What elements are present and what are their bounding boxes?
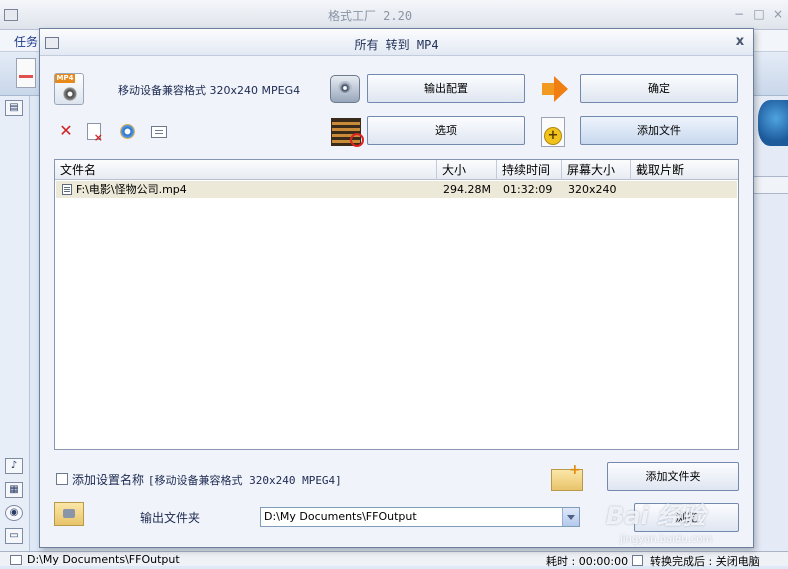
table-row[interactable]: F:\电影\怪物公司.mp4 294.28M 01:32:09 320x240	[56, 181, 737, 198]
file-list-header: 文件名 大小 持续时间 屏幕大小 截取片断	[55, 160, 738, 180]
row-duration: 01:32:09	[503, 183, 553, 196]
add-setting-name-checkbox[interactable]	[56, 473, 68, 485]
profile-description: 移动设备兼容格式 320x240 MPEG4	[118, 84, 301, 97]
camera-lens-icon	[63, 87, 77, 101]
menu-task[interactable]: 任务	[14, 33, 38, 50]
mp4-profile-icon: MP4	[54, 73, 84, 105]
main-window-title: 格式工厂 2.20	[327, 9, 413, 23]
add-file-icon[interactable]	[541, 117, 565, 147]
status-after-convert: 转换完成后 : 关闭电脑	[650, 555, 760, 568]
column-filename[interactable]: 文件名	[55, 160, 437, 180]
output-config-icon[interactable]	[330, 75, 360, 103]
convert-dialog: 所有 转到 MP4 x MP4 移动设备兼容格式 320x240 MPEG4 ✕…	[39, 28, 754, 548]
close-icon[interactable]: ×	[771, 6, 785, 22]
document-icon[interactable]	[16, 58, 36, 88]
row-filename: F:\电影\怪物公司.mp4	[76, 183, 187, 196]
status-bar: D:\My Documents\FFOutput 耗时 : 00:00:00 转…	[0, 551, 788, 568]
picture-icon[interactable]: ▦	[5, 482, 23, 498]
options-button[interactable]: 选项	[367, 116, 525, 145]
main-titlebar: 格式工厂 2.20 − □ ×	[0, 0, 788, 30]
add-folder-button[interactable]: 添加文件夹	[607, 462, 739, 491]
play-icon[interactable]	[120, 124, 135, 139]
folder-status-icon[interactable]	[10, 555, 22, 565]
add-setting-name-text: 添加设置名称	[72, 473, 145, 487]
disc-icon[interactable]: ◉	[5, 505, 23, 521]
dialog-title: 所有 转到 MP4	[354, 38, 439, 52]
more-icon[interactable]: ▭	[5, 528, 23, 544]
clear-list-icon[interactable]	[87, 123, 103, 144]
globe-icon	[758, 100, 788, 146]
task-list-header	[752, 176, 788, 194]
row-size: 294.28M	[443, 183, 491, 196]
row-screen-size: 320x240	[568, 183, 617, 196]
chevron-down-icon[interactable]	[562, 508, 579, 526]
add-file-button[interactable]: 添加文件	[580, 116, 738, 145]
maximize-icon[interactable]: □	[752, 6, 766, 22]
dialog-titlebar: 所有 转到 MP4 x	[40, 29, 753, 56]
minimize-icon[interactable]: −	[732, 6, 746, 22]
status-elapsed-time: 耗时 : 00:00:00	[546, 555, 629, 568]
status-output-path: D:\My Documents\FFOutput	[27, 553, 180, 566]
open-output-folder-icon[interactable]	[54, 502, 84, 526]
music-icon[interactable]: ♪	[5, 458, 23, 474]
column-duration[interactable]: 持续时间	[497, 160, 562, 180]
column-size[interactable]: 大小	[437, 160, 497, 180]
file-list[interactable]: 文件名 大小 持续时间 屏幕大小 截取片断 F:\电影\怪物公司.mp4 294…	[54, 159, 739, 450]
media-info-icon[interactable]	[151, 126, 167, 138]
output-folder-value: D:\My Documents\FFOutput	[264, 510, 417, 523]
main-sidebar: ▤ ♪ ▦ ◉ ▭	[0, 96, 30, 551]
main-right-panel	[752, 96, 788, 551]
film-scissors-icon[interactable]	[331, 118, 364, 147]
output-config-button[interactable]: 输出配置	[367, 74, 525, 103]
arrow-right-icon	[540, 74, 570, 104]
video-file-icon	[62, 184, 72, 195]
output-folder-label: 输出文件夹	[140, 511, 201, 525]
column-clip[interactable]: 截取片断	[631, 160, 738, 180]
add-setting-name-value: [移动设备兼容格式 320x240 MPEG4]	[147, 474, 342, 487]
column-screen-size[interactable]: 屏幕大小	[562, 160, 631, 180]
mp4-badge: MP4	[55, 74, 75, 83]
browse-button[interactable]: 浏览	[634, 503, 739, 532]
add-setting-name-label: 添加设置名称 [移动设备兼容格式 320x240 MPEG4]	[72, 471, 342, 488]
add-folder-icon[interactable]	[551, 462, 583, 491]
settings-icon[interactable]: ▤	[5, 100, 23, 116]
shutdown-after-checkbox[interactable]	[632, 555, 643, 566]
ok-button[interactable]: 确定	[580, 74, 738, 103]
dialog-close-button[interactable]: x	[733, 34, 747, 50]
output-folder-dropdown[interactable]: D:\My Documents\FFOutput	[260, 507, 580, 527]
delete-icon[interactable]: ✕	[58, 123, 74, 139]
